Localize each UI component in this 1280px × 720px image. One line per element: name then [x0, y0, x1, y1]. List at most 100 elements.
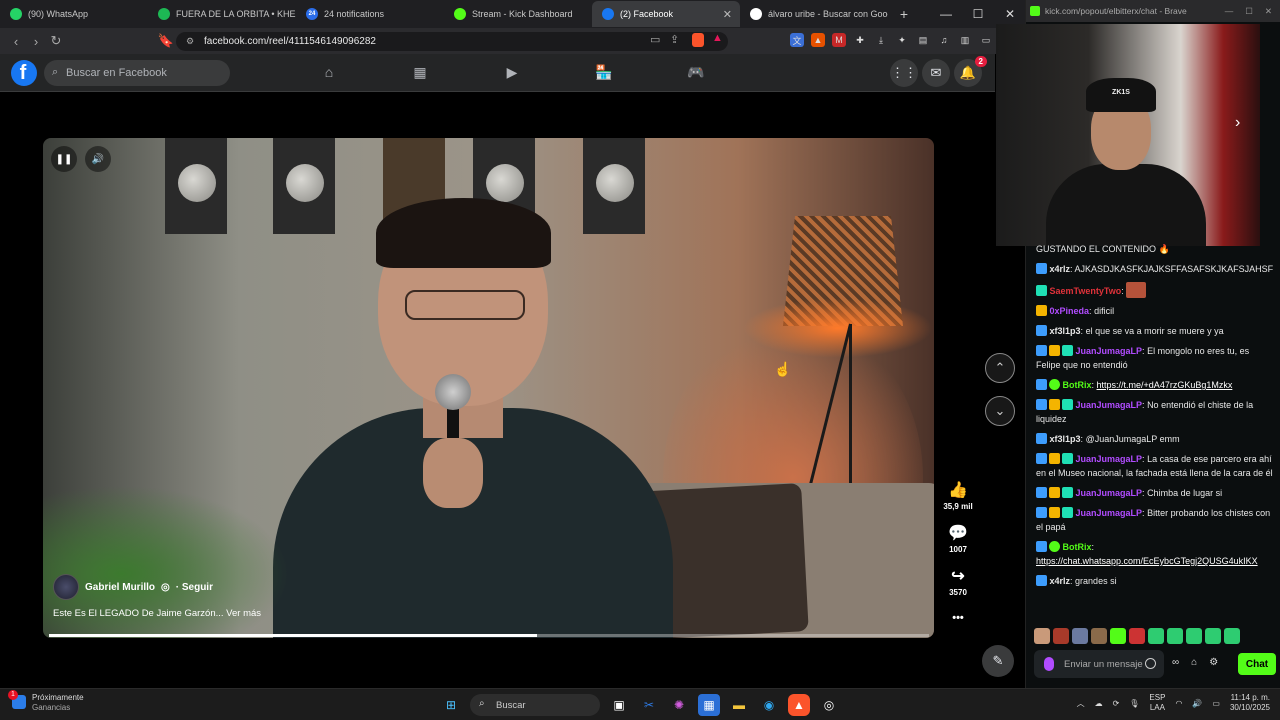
- minimize-icon[interactable]: —: [930, 7, 962, 21]
- forward-icon[interactable]: ›: [26, 34, 46, 49]
- chat-username[interactable]: 0xPineda: [1050, 306, 1090, 316]
- share-button[interactable]: ↪ 3570: [940, 566, 976, 597]
- sync-icon[interactable]: ⟳: [1113, 699, 1120, 708]
- site-settings-icon[interactable]: ⚙: [186, 36, 194, 47]
- emote-icon[interactable]: [1072, 628, 1088, 644]
- emote-icon[interactable]: [1167, 628, 1183, 644]
- brave-shields-icon[interactable]: [692, 33, 704, 47]
- pause-icon[interactable]: ❚❚: [51, 146, 77, 172]
- browser-tab[interactable]: (2) Facebook ✕: [592, 1, 740, 27]
- translate-icon[interactable]: 文: [790, 33, 804, 47]
- install-icon[interactable]: ▭: [650, 33, 660, 46]
- edge-icon[interactable]: ◉: [758, 694, 780, 716]
- chat-username[interactable]: JuanJumagaLP: [1076, 400, 1143, 410]
- url-field[interactable]: ⚙ facebook.com/reel/4111546149096282: [176, 32, 728, 51]
- bookmark-icon[interactable]: 🔖: [156, 33, 176, 49]
- browser-tab[interactable]: FUERA DE LA ORBITA • KHE: [148, 1, 296, 27]
- maximize-icon[interactable]: ☐: [962, 7, 994, 21]
- sidebar-icon[interactable]: ▥: [958, 33, 972, 47]
- settings-gear-icon[interactable]: ⚙: [1209, 657, 1218, 668]
- emote-icon[interactable]: [1091, 628, 1107, 644]
- chat-message-input[interactable]: Enviar un mensaje: [1034, 650, 1164, 678]
- facebook-search-input[interactable]: ⌕ Buscar en Facebook: [44, 60, 230, 86]
- ai-icon[interactable]: ✦: [895, 33, 909, 47]
- close-window-icon[interactable]: ✕: [994, 7, 1026, 21]
- volume-icon[interactable]: 🔊: [1192, 699, 1202, 708]
- chat-link[interactable]: https://chat.whatsapp.com/EcEybcGTegj2QU…: [1036, 556, 1258, 566]
- widgets-button[interactable]: 1 Próximamente Ganancias: [8, 690, 84, 713]
- share-icon[interactable]: ⇪: [670, 33, 679, 46]
- chat-username[interactable]: BotRix: [1063, 542, 1092, 552]
- reel-video[interactable]: ❚❚ 🔊 Gabriel Murillo ◎ · Seguir Este Es …: [43, 138, 934, 638]
- brave-icon[interactable]: ▲: [788, 694, 810, 716]
- chat-username[interactable]: x4rlz: [1050, 264, 1071, 274]
- language-indicator[interactable]: ESP LAA: [1149, 693, 1165, 713]
- battery-icon[interactable]: ▭: [1212, 699, 1220, 708]
- new-tab-button[interactable]: +: [894, 6, 914, 22]
- chat-username[interactable]: JuanJumagaLP: [1076, 488, 1143, 498]
- browser-tab[interactable]: 24 24 notifications: [296, 1, 444, 27]
- snipping-icon[interactable]: ✂: [638, 694, 660, 716]
- previous-reel-button[interactable]: ⌃: [985, 353, 1015, 383]
- store-app-icon[interactable]: ▦: [698, 694, 720, 716]
- microphone-icon[interactable]: 🎙: [1129, 699, 1139, 708]
- onedrive-icon[interactable]: ☁: [1095, 699, 1103, 708]
- close-tab-icon[interactable]: ✕: [723, 8, 732, 21]
- comment-button[interactable]: 💬 1007: [940, 523, 976, 554]
- chat-username[interactable]: xf3l1p3: [1050, 326, 1081, 336]
- like-button[interactable]: 👍 35,9 mil: [940, 480, 976, 511]
- reel-description[interactable]: Este Es El LEGADO De Jaime Garzón... Ver…: [53, 608, 261, 619]
- infinity-icon[interactable]: ∞: [1172, 657, 1179, 668]
- emote-icon[interactable]: [1148, 628, 1164, 644]
- feeds-icon[interactable]: ▦: [411, 64, 429, 82]
- chat-username[interactable]: x4rlz: [1050, 576, 1071, 586]
- task-view-icon[interactable]: ▣: [608, 694, 630, 716]
- follow-link[interactable]: · Seguir: [176, 582, 213, 593]
- emote-icon[interactable]: [1205, 628, 1221, 644]
- obs-icon[interactable]: ◎: [818, 694, 840, 716]
- minimize-icon[interactable]: —: [1225, 6, 1234, 17]
- windows-start-icon[interactable]: ⊞: [440, 694, 462, 716]
- emote-icon[interactable]: [1034, 628, 1050, 644]
- emote-icon[interactable]: [1224, 628, 1240, 644]
- chat-username[interactable]: JuanJumagaLP: [1076, 508, 1143, 518]
- author-avatar[interactable]: [53, 574, 79, 600]
- next-reel-button[interactable]: ⌄: [985, 396, 1015, 426]
- browser-tab[interactable]: álvaro uribe - Buscar con Google: [740, 1, 888, 27]
- browser-tab[interactable]: (90) WhatsApp: [0, 1, 148, 27]
- wifi-icon[interactable]: ◠: [1175, 699, 1182, 708]
- gaming-icon[interactable]: 🎮: [687, 64, 705, 82]
- chat-username[interactable]: JuanJumagaLP: [1076, 346, 1143, 356]
- emoji-icon[interactable]: [1145, 658, 1156, 669]
- video-progress-bar[interactable]: [49, 634, 929, 637]
- maximize-icon[interactable]: ☐: [1245, 6, 1253, 17]
- brave-rewards-icon[interactable]: ▲: [712, 32, 723, 44]
- store-icon[interactable]: ⌂: [1191, 657, 1197, 668]
- extension-m-icon[interactable]: M: [832, 33, 846, 47]
- volume-icon[interactable]: 🔊: [85, 146, 111, 172]
- facebook-logo[interactable]: f: [11, 60, 37, 86]
- home-icon[interactable]: ⌂: [320, 64, 338, 82]
- chat-username[interactable]: xf3l1p3: [1050, 434, 1081, 444]
- microphone-icon[interactable]: [1044, 657, 1054, 671]
- back-icon[interactable]: ‹: [6, 34, 26, 49]
- clock[interactable]: 11:14 p. m. 30/10/2025: [1230, 693, 1270, 713]
- emote-icon[interactable]: [1110, 628, 1126, 644]
- notifications-bell-icon[interactable]: 🔔 2: [954, 56, 987, 87]
- file-explorer-icon[interactable]: ▬: [728, 694, 750, 716]
- extensions-icon[interactable]: ✚: [853, 33, 867, 47]
- copilot-icon[interactable]: ✺: [668, 694, 690, 716]
- emote-icon[interactable]: [1053, 628, 1069, 644]
- chat-username[interactable]: BotRix: [1063, 380, 1092, 390]
- chevron-right-icon[interactable]: ›: [1235, 114, 1240, 132]
- tab-search-icon[interactable]: ▤: [916, 33, 930, 47]
- chat-username[interactable]: SaemTwentyTwo: [1050, 286, 1122, 296]
- marketplace-icon[interactable]: 🏪: [595, 64, 613, 82]
- close-window-icon[interactable]: ✕: [1265, 6, 1272, 17]
- emote-icon[interactable]: [1186, 628, 1202, 644]
- tray-chevron-icon[interactable]: ︿: [1077, 698, 1085, 709]
- messenger-icon[interactable]: ✉: [922, 59, 950, 87]
- browser-tab[interactable]: Stream - Kick Dashboard: [444, 1, 592, 27]
- chat-send-button[interactable]: Chat: [1238, 653, 1276, 675]
- chat-username[interactable]: JuanJumagaLP: [1076, 454, 1143, 464]
